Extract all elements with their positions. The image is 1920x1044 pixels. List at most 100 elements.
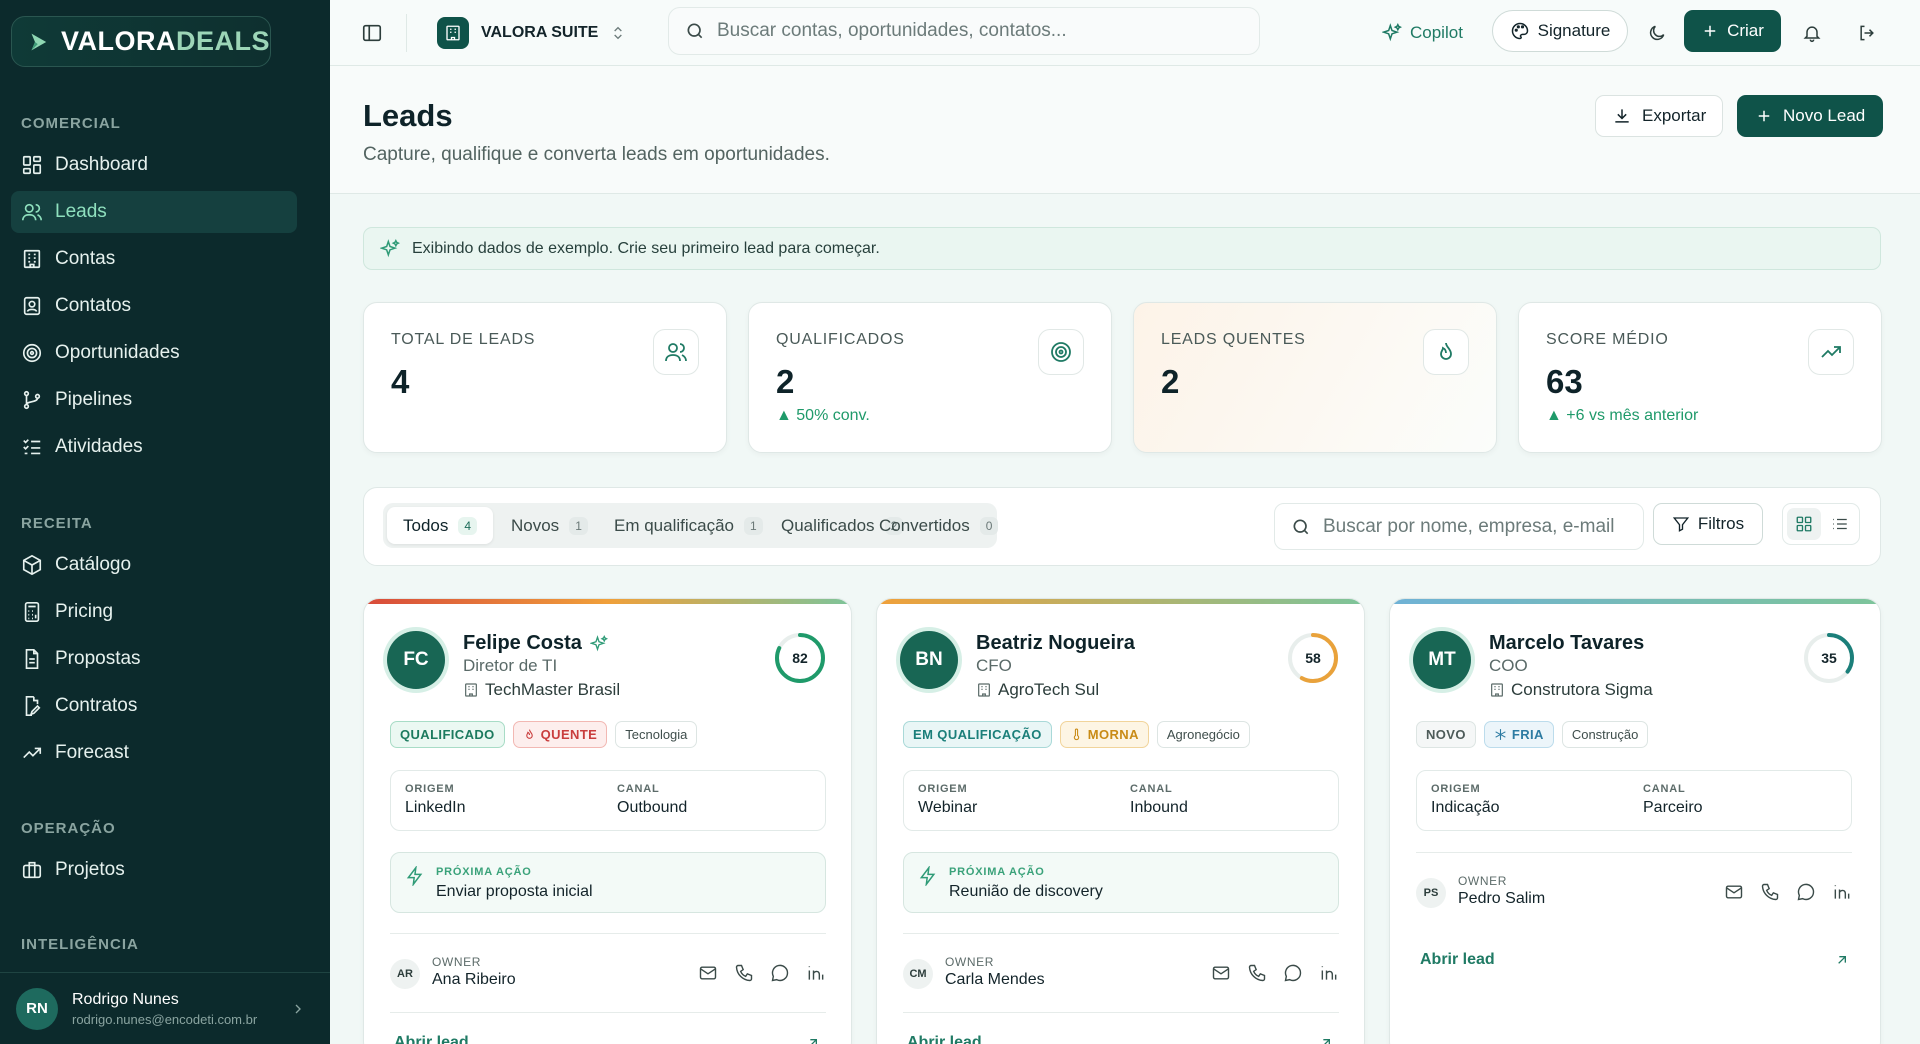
sidebar-item-dashboard[interactable]: Dashboard <box>11 144 297 186</box>
thermometer-icon <box>1073 728 1079 741</box>
origin-label: ORIGEM <box>405 783 455 795</box>
lead-card[interactable]: MT Marcelo Tavares COO Construtora Sigma… <box>1389 598 1881 1044</box>
mail-icon[interactable] <box>1724 882 1744 902</box>
open-lead-link[interactable]: Abrir lead <box>1420 951 1495 969</box>
log-out-icon <box>1860 25 1874 41</box>
suite-icon <box>437 17 469 49</box>
linkedin-icon[interactable] <box>1319 963 1339 983</box>
tab-count: 1 <box>569 516 588 535</box>
temperature-badge: QUENTE <box>512 721 608 748</box>
mail-icon[interactable] <box>1211 963 1231 983</box>
sidebar: VALORADEALS COMERCIAL Dashboard Leads Co… <box>0 0 330 1044</box>
sidebar-item-contratos[interactable]: Contratos <box>11 685 297 727</box>
stat-card-score-medio: SCORE MÉDIO 63 ▲ +6 vs mês anterior <box>1518 302 1882 453</box>
status-badge: NOVO <box>1416 721 1476 748</box>
lead-name[interactable]: Beatriz Nogueira <box>976 632 1135 655</box>
card-accent-bar <box>364 599 851 604</box>
sidebar-item-label: Pricing <box>55 601 114 622</box>
tab-novos[interactable]: Novos 1 <box>495 507 604 544</box>
grid-view-button[interactable] <box>1787 508 1821 540</box>
trending-up-icon <box>1808 329 1854 375</box>
arrow-up-right-icon[interactable] <box>1318 1035 1334 1044</box>
export-button[interactable]: Exportar <box>1595 95 1724 137</box>
suite-switcher[interactable]: VALORA SUITE <box>437 14 626 52</box>
sidebar-toggle-button[interactable] <box>356 17 388 49</box>
lead-owner: CM OWNER Carla Mendes <box>903 955 1339 995</box>
temperature-badge: MORNA <box>1059 721 1149 748</box>
lead-name[interactable]: Felipe Costa <box>463 632 608 655</box>
sidebar-item-forecast[interactable]: Forecast <box>11 732 297 774</box>
sidebar-item-pipelines[interactable]: Pipelines <box>11 379 297 421</box>
card-accent-bar <box>877 599 1364 604</box>
notifications-button[interactable] <box>1796 17 1828 49</box>
arrow-up-right-icon[interactable] <box>805 1035 821 1044</box>
sidebar-item-label: Projetos <box>55 859 125 880</box>
plus-icon <box>1704 25 1716 37</box>
message-circle-icon[interactable] <box>770 963 790 983</box>
origin-label: ORIGEM <box>918 783 968 795</box>
new-lead-button[interactable]: Novo Lead <box>1737 95 1884 137</box>
linkedin-icon[interactable] <box>806 963 826 983</box>
grid-icon <box>22 155 42 175</box>
lead-card[interactable]: FC Felipe Costa Diretor de TI TechMaster… <box>363 598 852 1044</box>
stat-label: LEADS QUENTES <box>1161 331 1306 348</box>
lead-card[interactable]: BN Beatriz Nogueira CFO AgroTech Sul 58 … <box>876 598 1365 1044</box>
lead-name[interactable]: Marcelo Tavares <box>1489 632 1644 655</box>
sidebar-item-propostas[interactable]: Propostas <box>11 638 297 680</box>
mail-icon[interactable] <box>698 963 718 983</box>
lead-search-input[interactable]: Buscar por nome, empresa, e-mail <box>1274 503 1644 550</box>
sidebar-item-leads[interactable]: Leads <box>11 191 297 233</box>
channel-label: CANAL <box>617 783 660 795</box>
create-button[interactable]: Criar <box>1684 10 1781 52</box>
user-menu[interactable]: RN Rodrigo Nunes rodrigo.nunes@encodeti.… <box>0 972 330 1044</box>
suite-name: VALORA SUITE <box>481 24 599 41</box>
global-search-input[interactable]: Buscar contas, oportunidades, contatos..… <box>668 7 1260 55</box>
lead-name-text: Felipe Costa <box>463 632 582 654</box>
sidebar-item-atividades[interactable]: Atividades <box>11 426 297 468</box>
stat-value: 2 <box>1161 363 1180 400</box>
copilot-button[interactable]: Copilot <box>1382 17 1463 49</box>
sidebar-item-pricing[interactable]: Pricing <box>11 591 297 633</box>
message-circle-icon[interactable] <box>1796 882 1816 902</box>
sidebar-item-oportunidades[interactable]: Oportunidades <box>11 332 297 374</box>
sparkles-icon <box>380 238 400 257</box>
tab-count: 0 <box>979 516 999 535</box>
linkedin-icon[interactable] <box>1832 882 1852 902</box>
arrow-up-right-icon[interactable] <box>1834 952 1850 968</box>
panel-left-icon <box>362 24 382 42</box>
brand-logo[interactable]: VALORADEALS <box>11 16 271 67</box>
list-view-button[interactable] <box>1823 508 1857 540</box>
signature-button[interactable]: Signature <box>1492 10 1628 52</box>
building-icon <box>23 249 41 269</box>
theme-toggle-button[interactable] <box>1641 17 1673 49</box>
phone-icon[interactable] <box>1760 882 1780 902</box>
search-icon <box>1293 519 1309 534</box>
sidebar-item-contas[interactable]: Contas <box>11 238 297 280</box>
next-action-label: PRÓXIMA AÇÃO <box>436 866 532 878</box>
sidebar-item-catalogo[interactable]: Catálogo <box>11 544 297 586</box>
tab-todos[interactable]: Todos 4 <box>387 507 494 544</box>
tab-count: 4 <box>458 516 478 535</box>
sidebar-item-contatos[interactable]: Contatos <box>11 285 297 327</box>
building-icon <box>465 683 477 697</box>
filters-button[interactable]: Filtros <box>1653 503 1763 545</box>
logo-mark-icon <box>31 33 47 50</box>
phone-icon[interactable] <box>734 963 754 983</box>
tab-convertidos[interactable]: Convertidos 0 <box>863 507 1014 544</box>
page-title: Leads <box>363 98 453 133</box>
open-lead-link[interactable]: Abrir lead <box>907 1034 982 1044</box>
owner-name: Carla Mendes <box>945 971 1045 988</box>
signature-label: Signature <box>1537 21 1611 40</box>
logout-button[interactable] <box>1851 17 1883 49</box>
list-checks-icon <box>23 439 41 455</box>
lead-owner: AR OWNER Ana Ribeiro <box>390 955 826 995</box>
message-circle-icon[interactable] <box>1283 963 1303 983</box>
tab-em-qualificacao[interactable]: Em qualificação 1 <box>598 507 779 544</box>
sidebar-item-projetos[interactable]: Projetos <box>11 849 297 891</box>
open-lead-link[interactable]: Abrir lead <box>394 1034 469 1044</box>
temperature-label: FRIA <box>1511 727 1544 742</box>
phone-icon[interactable] <box>1247 963 1267 983</box>
lead-avatar: MT <box>1413 631 1471 689</box>
target-icon <box>1038 329 1084 375</box>
origin-value: Webinar <box>918 799 978 816</box>
